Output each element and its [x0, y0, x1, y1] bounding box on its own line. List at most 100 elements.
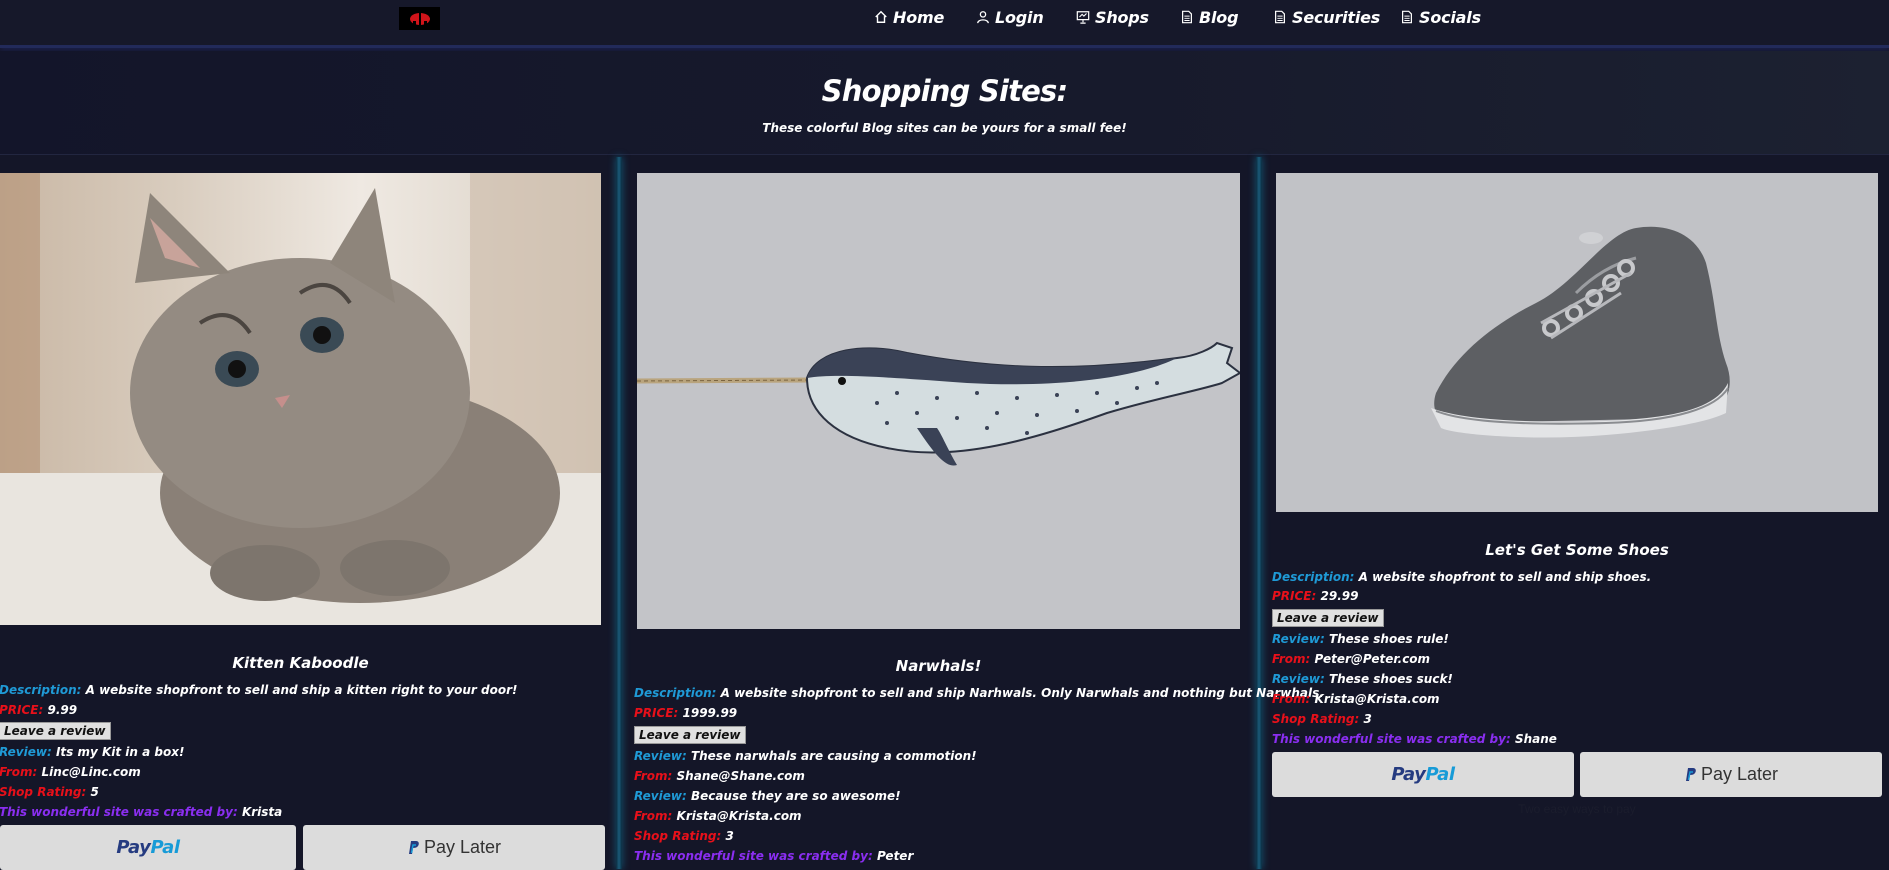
column-divider	[1256, 157, 1262, 869]
review-from: From: Linc@Linc.com	[0, 765, 141, 779]
price-value: 9.99	[47, 703, 78, 717]
review-label: Review:	[634, 789, 687, 803]
review-value: These shoes rule!	[1328, 632, 1449, 646]
review-label: Review:	[634, 749, 687, 763]
shop-description: Description: A website shopfront to sell…	[0, 683, 518, 697]
nav-securities[interactable]: Securities	[1273, 6, 1380, 28]
pay-later-content: Pay Later	[1684, 764, 1778, 785]
narwhal-illustration	[637, 173, 1240, 629]
shop-title: Narwhals!	[895, 657, 982, 675]
shop-price: PRICE: 29.99	[1272, 589, 1358, 603]
from-label: From:	[634, 809, 673, 823]
nav-login-label: Login	[995, 7, 1044, 27]
nav-shops[interactable]: Shops	[1076, 6, 1149, 28]
description-value: A website shopfront to sell and ship sho…	[1358, 570, 1652, 584]
review-label: Review:	[1272, 632, 1325, 646]
review-text: Review: Its my Kit in a box!	[0, 745, 184, 759]
description-label: Description:	[0, 683, 82, 697]
site-logo[interactable]	[399, 7, 440, 30]
review-text: Review: These narwhals are causing a com…	[634, 749, 977, 763]
review-from: From: Shane@Shane.com	[634, 769, 805, 783]
pay-later-button[interactable]: Pay Later	[303, 825, 605, 870]
shop-description: Description: A website shopfront to sell…	[1272, 570, 1651, 584]
paypal-p-icon	[1685, 768, 1696, 781]
sneaker-photo	[1276, 173, 1878, 512]
nav-socials[interactable]: Socials	[1400, 6, 1481, 28]
from-value: Krista@Krista.com	[1314, 692, 1440, 706]
description-label: Description:	[634, 686, 717, 700]
pay-later-button[interactable]: Pay Later	[1580, 752, 1882, 797]
nav-securities-label: Securities	[1292, 7, 1381, 27]
rating-value: 5	[90, 785, 99, 799]
leave-review-button[interactable]: Leave a review	[634, 726, 746, 744]
description-label: Description:	[1272, 570, 1355, 584]
from-value: Peter@Peter.com	[1314, 652, 1431, 666]
shop-title: Kitten Kaboodle	[232, 654, 369, 672]
rating-label: Shop Rating:	[1272, 712, 1360, 726]
review-text: Review: Because they are so awesome!	[634, 789, 901, 803]
crafted-label: This wonderful site was crafted by:	[1272, 732, 1511, 746]
from-label: From:	[1272, 692, 1311, 706]
review-from: From: Krista@Krista.com	[1272, 692, 1440, 706]
nav-home[interactable]: Home	[874, 6, 944, 28]
review-text: Review: These shoes rule!	[1272, 632, 1449, 646]
kitten-photo	[0, 173, 601, 625]
paypal-pal-text: Pal	[1425, 764, 1456, 785]
crafted-by: This wonderful site was crafted by: Pete…	[634, 849, 913, 863]
paypal-button[interactable]: PayPal	[0, 825, 296, 870]
paypal-pay-text: Pay	[116, 837, 151, 858]
from-label: From:	[0, 765, 38, 779]
pay-later-content: Pay Later	[407, 837, 501, 858]
from-value: Krista@Krista.com	[676, 809, 802, 823]
page-title: Shopping Sites:	[821, 74, 1068, 108]
review-from: From: Peter@Peter.com	[1272, 652, 1430, 666]
paypal-pay-text: Pay	[1391, 764, 1426, 785]
presentation-icon	[1076, 11, 1090, 24]
rating-value: 3	[1363, 712, 1372, 726]
crafted-by: This wonderful site was crafted by: Kris…	[0, 805, 282, 819]
nav-shops-label: Shops	[1095, 7, 1149, 27]
review-text: Review: These shoes suck!	[1272, 672, 1453, 686]
paypal-button[interactable]: PayPal	[1272, 752, 1574, 797]
document-icon	[1275, 10, 1285, 24]
rating-label: Shop Rating:	[634, 829, 722, 843]
shop-rating: Shop Rating: 3	[1272, 712, 1372, 726]
price-value: 1999.99	[682, 706, 738, 720]
leave-review-button[interactable]: Leave a review	[1272, 609, 1384, 627]
page-subtitle: These colorful Blog sites can be yours f…	[762, 121, 1127, 135]
column-divider	[616, 157, 622, 869]
crafted-value: Shane	[1514, 732, 1557, 746]
top-nav: Home Login Shops Blog Securities Socials	[0, 0, 1889, 48]
nav-socials-label: Socials	[1419, 7, 1481, 27]
leave-review-button[interactable]: Leave a review	[0, 722, 111, 740]
shop-rating: Shop Rating: 5	[0, 785, 99, 799]
nav-blog[interactable]: Blog	[1180, 6, 1239, 28]
review-label: Review:	[1272, 672, 1325, 686]
shop-price: PRICE: 1999.99	[634, 706, 737, 720]
review-label: Review:	[0, 745, 52, 759]
crafted-value: Krista	[241, 805, 283, 819]
review-value: Because they are so awesome!	[690, 789, 901, 803]
paypal-pal-text: Pal	[150, 837, 181, 858]
from-label: From:	[634, 769, 673, 783]
review-value: Its my Kit in a box!	[55, 745, 185, 759]
rating-value: 3	[725, 829, 734, 843]
paypal-p-icon	[408, 841, 419, 854]
price-label: PRICE:	[0, 703, 44, 717]
shop-rating: Shop Rating: 3	[634, 829, 734, 843]
crafted-by: This wonderful site was crafted by: Shan…	[1272, 732, 1557, 746]
user-icon	[977, 11, 989, 24]
crafted-label: This wonderful site was crafted by:	[0, 805, 238, 819]
nav-login[interactable]: Login	[976, 6, 1044, 28]
from-value: Shane@Shane.com	[676, 769, 805, 783]
review-value: These shoes suck!	[1328, 672, 1453, 686]
hero-section: Shopping Sites: These colorful Blog site…	[0, 51, 1889, 155]
crafted-value: Peter	[876, 849, 914, 863]
shop-description: Description: A website shopfront to sell…	[634, 686, 1324, 700]
paypal-logo: PayPal	[1391, 764, 1456, 785]
price-value: 29.99	[1320, 589, 1359, 603]
crafted-label: This wonderful site was crafted by:	[634, 849, 873, 863]
description-value: A website shopfront to sell and ship a k…	[85, 683, 518, 697]
paypal-logo: PayPal	[116, 837, 181, 858]
shop-title: Let's Get Some Shoes	[1485, 541, 1669, 559]
